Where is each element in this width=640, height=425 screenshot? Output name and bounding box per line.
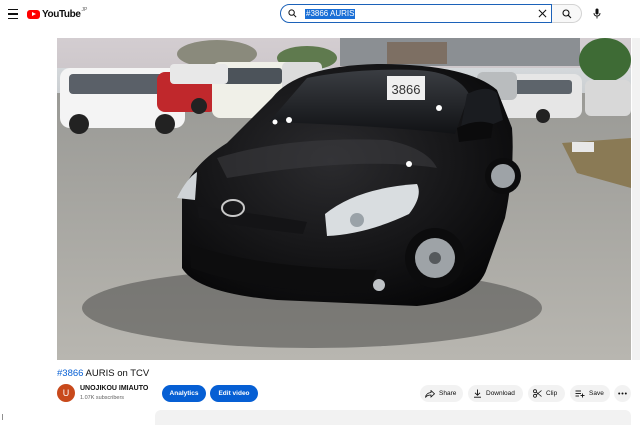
youtube-logo[interactable]: YouTube JP [27, 7, 87, 21]
secondary-column-edge [632, 38, 640, 360]
video-frame-image: 3866 [57, 38, 631, 360]
video-player[interactable]: 3866 [57, 38, 631, 360]
analytics-button[interactable]: Analytics [162, 385, 206, 402]
clip-label: Clip [546, 390, 558, 397]
search-box[interactable]: #3866 AURIS [280, 4, 552, 23]
share-button[interactable]: Share [420, 385, 463, 402]
description-box[interactable] [155, 410, 631, 425]
clip-button[interactable]: Clip [528, 385, 565, 402]
search-input[interactable]: #3866 AURIS [305, 5, 535, 22]
windshield-number-tag: 3866 [392, 82, 421, 97]
search-icon [288, 9, 297, 18]
save-playlist-icon [575, 390, 585, 397]
guide-menu-button[interactable] [4, 5, 22, 23]
title-hashtag-link[interactable]: #3866 [57, 368, 83, 379]
hamburger-icon-line [8, 13, 18, 15]
download-button[interactable]: Download [468, 385, 523, 402]
channel-avatar[interactable]: U [57, 384, 75, 402]
hamburger-icon [8, 8, 18, 11]
search-icon [561, 8, 571, 18]
microphone-icon [593, 8, 600, 19]
download-icon [474, 389, 481, 398]
edit-video-button[interactable]: Edit video [210, 385, 258, 402]
masthead: YouTube JP #3866 AURIS [0, 0, 640, 28]
title-text: AURIS on TCV [83, 368, 150, 379]
channel-name[interactable]: UNOJIKOU IMIAUTO [80, 385, 148, 392]
share-icon [425, 389, 435, 398]
save-label: Save [589, 390, 604, 397]
more-actions-button[interactable] [614, 385, 631, 402]
clear-search-button[interactable] [535, 7, 549, 21]
youtube-play-icon [27, 9, 40, 19]
close-icon [538, 9, 546, 18]
more-horizontal-icon [618, 392, 627, 395]
edge-marker [2, 414, 3, 420]
voice-search-button[interactable] [587, 4, 606, 23]
video-title: #3866 AURIS on TCV [57, 368, 149, 379]
scissors-icon [533, 389, 542, 398]
download-label: Download [486, 390, 515, 397]
search-query-text: #3866 AURIS [305, 8, 356, 19]
logo-region: JP [81, 7, 88, 13]
search-button[interactable] [552, 4, 582, 23]
subscriber-count: 1.07K subscribers [80, 395, 125, 401]
logo-text: YouTube [42, 8, 81, 20]
save-button[interactable]: Save [570, 385, 610, 402]
hamburger-icon-line [8, 17, 18, 20]
share-label: Share [439, 390, 457, 397]
